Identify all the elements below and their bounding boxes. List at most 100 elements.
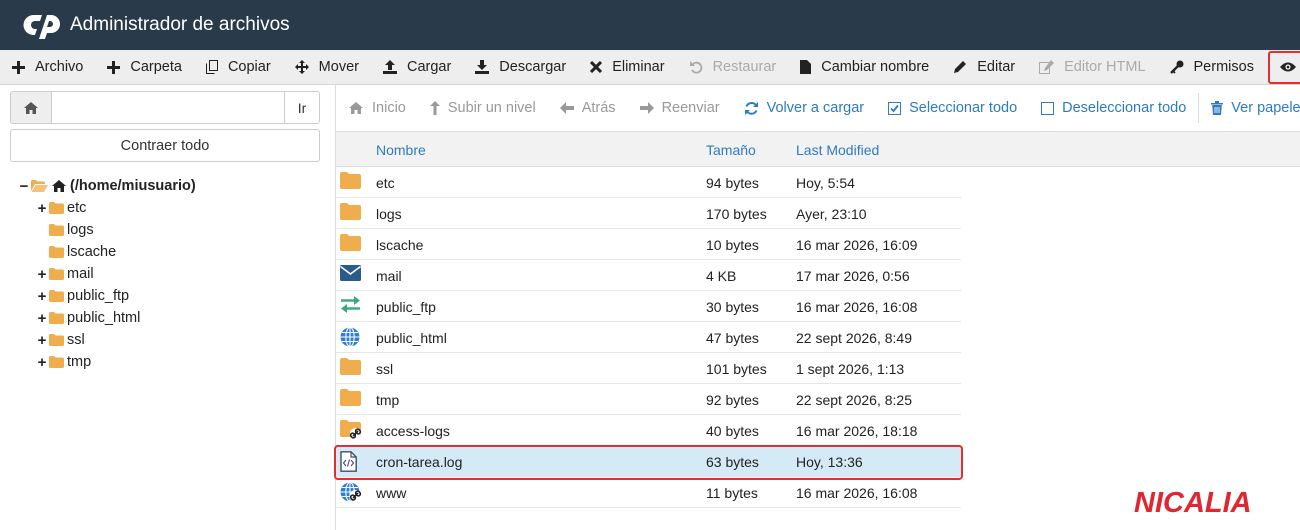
file-name: tmp xyxy=(376,392,400,408)
permissions-button[interactable]: Permisos xyxy=(1158,50,1266,85)
file-size: 94 bytes xyxy=(706,175,759,191)
toolbar-label: Carpeta xyxy=(130,59,182,75)
file-name: lscache xyxy=(376,237,424,253)
table-row[interactable]: www 11 bytes 16 mar 2026, 16:08 xyxy=(336,477,961,508)
nav-bar: Inicio Subir un nivel Atrás Reenviar Volver … xyxy=(336,93,1300,123)
x-icon xyxy=(590,61,607,73)
copy-icon xyxy=(205,60,223,74)
nav-label: Reenviar xyxy=(661,100,720,116)
tree-item-logs[interactable]: logs xyxy=(18,219,196,241)
home-icon xyxy=(51,179,67,193)
expand-icon[interactable]: + xyxy=(36,332,48,349)
folder-icon xyxy=(340,172,362,192)
path-input[interactable] xyxy=(52,92,284,123)
path-home-button[interactable] xyxy=(11,92,52,123)
path-bar: Ir xyxy=(10,91,320,124)
file-modified: Hoy, 13:36 xyxy=(796,454,863,470)
expand-icon[interactable]: + xyxy=(36,266,48,283)
collapse-all-button[interactable]: Contraer todo xyxy=(10,129,320,162)
table-row[interactable]: etc 94 bytes Hoy, 5:54 xyxy=(336,167,961,198)
nav-seleccionar-todo-button[interactable]: Seleccionar todo xyxy=(876,93,1029,123)
column-header-name[interactable]: Nombre xyxy=(376,142,426,158)
move-icon xyxy=(294,60,314,74)
tree-item-label: lscache xyxy=(67,244,117,260)
nav-reenviar-button[interactable]: Reenviar xyxy=(628,93,732,123)
brand-text: NICALIA xyxy=(1134,487,1252,518)
file-name: logs xyxy=(376,206,402,222)
move-button[interactable]: Mover xyxy=(283,50,371,85)
tree-root[interactable]: − (/home/miusuario) xyxy=(18,175,196,197)
file-name: public_html xyxy=(376,330,447,346)
go-button[interactable]: Ir xyxy=(284,92,319,123)
file-modified: 22 sept 2026, 8:49 xyxy=(796,330,912,346)
nav-ver-papelera-button[interactable]: Ver papelera xyxy=(1199,93,1300,123)
new-folder-button[interactable]: Carpeta xyxy=(95,50,194,85)
file-modified: Hoy, 5:54 xyxy=(796,175,855,191)
view-button[interactable]: Ver xyxy=(1267,50,1300,84)
html-editor-button[interactable]: Editor HTML xyxy=(1027,50,1157,85)
check-square-icon xyxy=(888,101,905,115)
table-row[interactable]: logs 170 bytes Ayer, 23:10 xyxy=(336,198,961,229)
delete-button[interactable]: Eliminar xyxy=(578,50,676,85)
file-modified: 22 sept 2026, 8:25 xyxy=(796,392,912,408)
tree-item-public-ftp[interactable]: + public_ftp xyxy=(18,285,196,307)
expand-icon[interactable]: + xyxy=(36,354,48,371)
toolbar-label: Cambiar nombre xyxy=(821,59,930,75)
upload-button[interactable]: Cargar xyxy=(371,50,463,85)
tree-item-mail[interactable]: + mail xyxy=(18,263,196,285)
file-modified: Ayer, 23:10 xyxy=(796,206,867,222)
column-header-size[interactable]: Tamaño xyxy=(706,142,756,158)
restore-button[interactable]: Restaurar xyxy=(677,50,789,85)
table-row[interactable]: ssl 101 bytes 1 sept 2026, 1:13 xyxy=(336,353,961,384)
tree-item-etc[interactable]: + etc xyxy=(18,197,196,219)
column-header-modified[interactable]: Last Modified xyxy=(796,142,879,158)
table-row[interactable]: public_html 47 bytes 22 sept 2026, 8:49 xyxy=(336,322,961,353)
table-row[interactable]: cron-tarea.log 63 bytes Hoy, 13:36 xyxy=(336,446,961,477)
expand-icon[interactable]: + xyxy=(36,200,48,217)
tree-item-label: logs xyxy=(67,222,94,238)
download-button[interactable]: Descargar xyxy=(463,50,578,85)
toolbar-label: Mover xyxy=(318,59,359,75)
nav-atras-button[interactable]: Atrás xyxy=(548,93,628,123)
cpanel-logo-icon xyxy=(20,10,66,40)
table-row[interactable]: tmp 92 bytes 22 sept 2026, 8:25 xyxy=(336,384,961,415)
expand-icon[interactable]: + xyxy=(36,288,48,305)
file-size: 40 bytes xyxy=(706,423,759,439)
table-row[interactable]: lscache 10 bytes 16 mar 2026, 16:09 xyxy=(336,229,961,260)
file-icon xyxy=(800,60,816,74)
folder-icon xyxy=(49,202,64,214)
nav-volver-a-cargar-button[interactable]: Volver a cargar xyxy=(732,93,877,123)
tree-item-label: mail xyxy=(67,266,94,282)
nav-deseleccionar-todo-button[interactable]: Deseleccionar todo xyxy=(1029,93,1198,123)
folder-icon xyxy=(49,334,64,346)
nav-subir-un-nivel-button[interactable]: Subir un nivel xyxy=(418,93,548,123)
table-row[interactable]: mail 4 KB 17 mar 2026, 0:56 xyxy=(336,260,961,291)
copy-button[interactable]: Copiar xyxy=(194,50,283,85)
folder-icon xyxy=(340,203,362,223)
tree-item-public-html[interactable]: + public_html xyxy=(18,307,196,329)
mail-icon xyxy=(340,265,362,285)
rename-button[interactable]: Cambiar nombre xyxy=(788,50,941,85)
new-file-button[interactable]: Archivo xyxy=(0,50,95,85)
download-icon xyxy=(475,60,494,74)
table-row[interactable]: public_ftp 30 bytes 16 mar 2026, 16:08 xyxy=(336,291,961,322)
folder-icon xyxy=(340,234,362,254)
file-modified: 16 mar 2026, 16:09 xyxy=(796,237,918,253)
collapse-icon[interactable]: − xyxy=(18,178,30,195)
edit-button[interactable]: Editar xyxy=(941,50,1027,85)
tree-item-tmp[interactable]: + tmp xyxy=(18,351,196,373)
toolbar-label: Permisos xyxy=(1193,59,1254,75)
tree-item-label: ssl xyxy=(67,332,85,348)
expand-icon[interactable]: + xyxy=(36,310,48,327)
table-row[interactable]: access-logs 40 bytes 16 mar 2026, 18:18 xyxy=(336,415,961,446)
right-pane: Inicio Subir un nivel Atrás Reenviar Volver … xyxy=(335,85,1300,530)
file-modified: 16 mar 2026, 16:08 xyxy=(796,485,918,501)
nav-label: Subir un nivel xyxy=(447,100,536,116)
nav-label: Deseleccionar todo xyxy=(1062,100,1187,116)
home-icon xyxy=(24,101,38,114)
file-modified: 16 mar 2026, 16:08 xyxy=(796,299,918,315)
tree-item-ssl[interactable]: + ssl xyxy=(18,329,196,351)
tree-item-lscache[interactable]: lscache xyxy=(18,241,196,263)
folder-icon xyxy=(340,389,362,409)
nav-inicio-button[interactable]: Inicio xyxy=(336,93,418,123)
